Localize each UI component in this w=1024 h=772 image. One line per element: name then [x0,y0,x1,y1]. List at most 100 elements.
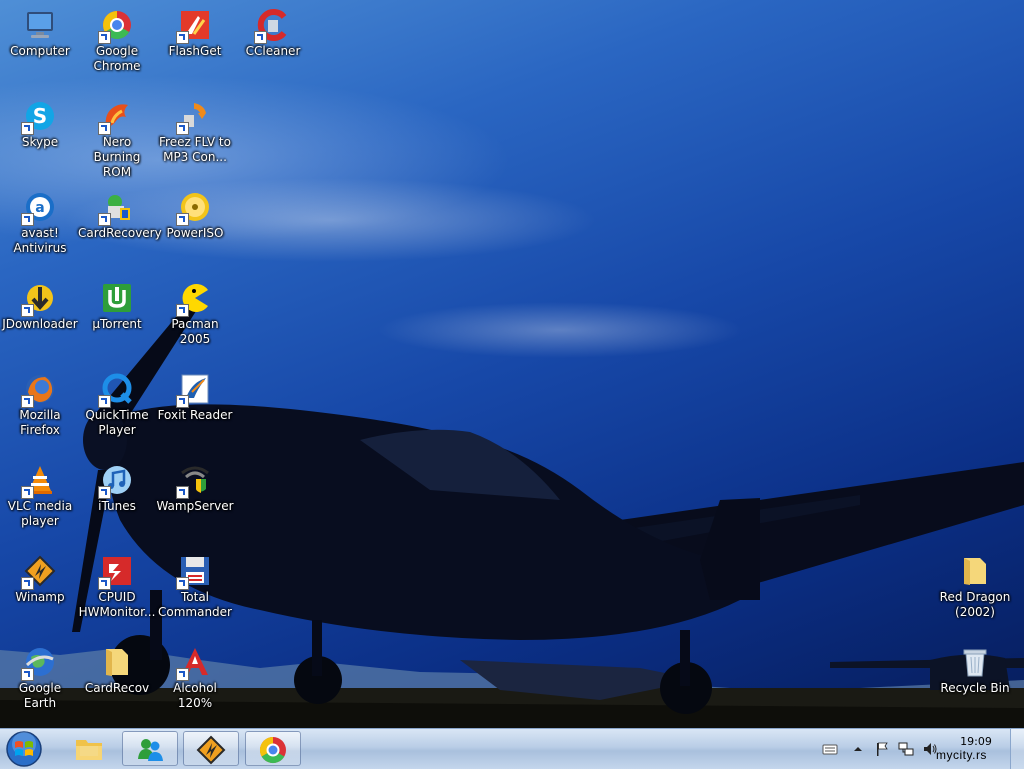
desktop-icon-label: Google Earth [18,681,62,710]
taskbar-messenger-button[interactable] [122,731,178,766]
desktop-icon-google-chrome[interactable]: Google Chrome [77,2,157,74]
poweriso-icon [176,190,212,226]
desktop-icon-jdownloader[interactable]: JDownloader [0,275,80,332]
desktop-icon-google-earth[interactable]: Google Earth [0,639,80,711]
desktop-icon-label: Winamp [15,590,65,604]
network-icon[interactable] [898,741,914,757]
desktop-icon-label: FlashGet [168,44,222,58]
keyboard-icon[interactable] [822,741,838,757]
shortcut-arrow-icon [21,486,34,499]
shortcut-arrow-icon [21,213,34,226]
desktop-icon-nero[interactable]: Nero Burning ROM [77,93,157,180]
shortcut-arrow-icon [21,395,34,408]
flashget-icon [176,8,212,44]
winamp-icon [196,735,226,765]
desktop-icon-label: avast! Antivirus [13,226,67,255]
shortcut-arrow-icon [98,213,111,226]
explorer-folder-icon [76,740,102,760]
wampserver-icon [176,463,212,499]
ccleaner-icon [254,8,290,44]
desktop-icon-label: Google Chrome [93,44,141,73]
shortcut-arrow-icon [98,31,111,44]
flag-icon[interactable] [874,741,890,757]
desktop-icon-vlc[interactable]: VLC media player [0,457,80,529]
desktop-icon-firefox[interactable]: Mozilla Firefox [0,366,80,438]
desktop-icon-label: CardRecovery [78,226,162,240]
desktop-icon-poweriso[interactable]: PowerISO [155,184,235,241]
desktop-icon-winamp[interactable]: Winamp [0,548,80,605]
desktop-icon-label: Total Commander [158,590,232,619]
desktop-icon-quicktime[interactable]: QuickTime Player [77,366,157,438]
shortcut-arrow-icon [176,122,189,135]
desktop-icon-recycle-bin[interactable]: Recycle Bin [935,639,1015,696]
clock-time[interactable]: 19:09 [948,735,1004,748]
desktop-icon-computer[interactable]: Computer [0,2,80,59]
computer-icon [23,8,57,42]
desktop-icon-label: Red Dragon (2002) [939,590,1011,619]
desktop-icon-alcohol[interactable]: Alcohol 120% [155,639,235,711]
folder-icon [100,645,134,679]
freez-flv-icon [176,99,212,135]
taskbar-winamp-button[interactable] [183,731,239,766]
desktop-icon-label: CardRecov [84,681,150,695]
desktop-icon-cardrecovery[interactable]: CardRecovery [77,184,162,241]
shortcut-arrow-icon [21,668,34,681]
foxit-icon [176,372,212,408]
chrome-icon [259,736,286,764]
shortcut-arrow-icon [21,122,34,135]
start-button[interactable] [4,730,44,768]
shortcut-arrow-icon [176,668,189,681]
taskbar-explorer-button[interactable] [62,731,118,766]
desktop-icon-label: Mozilla Firefox [19,408,61,437]
total-commander-icon [176,554,212,590]
cardrecovery-icon [98,190,134,226]
desktop-icon-label: Computer [10,44,70,58]
utorrent-icon [100,281,134,315]
desktop-icon-ccleaner[interactable]: CCleaner [233,2,313,59]
desktop-icon-label: QuickTime Player [85,408,149,437]
desktop-icon-itunes[interactable]: iTunes [77,457,157,514]
shortcut-arrow-icon [98,395,111,408]
pacman-icon [176,281,212,317]
desktop-icon-cpuid[interactable]: CPUID HWMonitor... [77,548,157,620]
vlc-icon [21,463,57,499]
shortcut-arrow-icon [21,304,34,317]
svg-text:a: a [35,200,44,216]
desktop-icon-flashget[interactable]: FlashGet [155,2,235,59]
itunes-icon [98,463,134,499]
skype-icon: S [21,99,57,135]
show-desktop-button[interactable] [1010,729,1024,769]
shortcut-arrow-icon [98,577,111,590]
desktop-icon-wampserver[interactable]: WampServer [155,457,235,514]
shortcut-arrow-icon [176,31,189,44]
desktop-icon-pacman[interactable]: Pacman 2005 [155,275,235,347]
desktop-icon-label: VLC media player [7,499,73,528]
google-earth-icon [21,645,57,681]
desktop-icon-total-commander[interactable]: Total Commander [155,548,235,620]
desktop-icon-label: CCleaner [245,44,301,58]
desktop-icon-avast[interactable]: a avast! Antivirus [0,184,80,256]
desktop-icon-label: JDownloader [2,317,78,331]
desktop-icon-freez-flv[interactable]: Freez FLV to MP3 Con... [155,93,235,165]
desktop[interactable]: Computer S Skype a avast! Antivirus JDow… [0,0,1024,728]
desktop-icon-skype[interactable]: S Skype [0,93,80,150]
desktop-icon-label: Alcohol 120% [173,681,217,710]
shortcut-arrow-icon [176,304,189,317]
desktop-icon-label: Nero Burning ROM [93,135,141,179]
taskbar-chrome-button[interactable] [245,731,301,766]
nero-icon [98,99,134,135]
desktop-icon-label: CPUID HWMonitor... [78,590,156,619]
desktop-icon-utorrent[interactable]: µTorrent [77,275,157,332]
jdownloader-icon [21,281,57,317]
shortcut-arrow-icon [176,577,189,590]
cpuid-icon [98,554,134,590]
desktop-icon-cardrecov-folder[interactable]: CardRecov [77,639,157,696]
desktop-icon-label: PowerISO [166,226,224,240]
chrome-icon [98,8,134,44]
desktop-icon-label: WampServer [156,499,234,513]
desktop-icon-foxit[interactable]: Foxit Reader [155,366,235,423]
firefox-icon [21,372,57,408]
desktop-icon-red-dragon[interactable]: Red Dragon (2002) [935,548,1015,620]
chevron-up-icon[interactable] [850,741,866,757]
quicktime-icon [98,372,134,408]
